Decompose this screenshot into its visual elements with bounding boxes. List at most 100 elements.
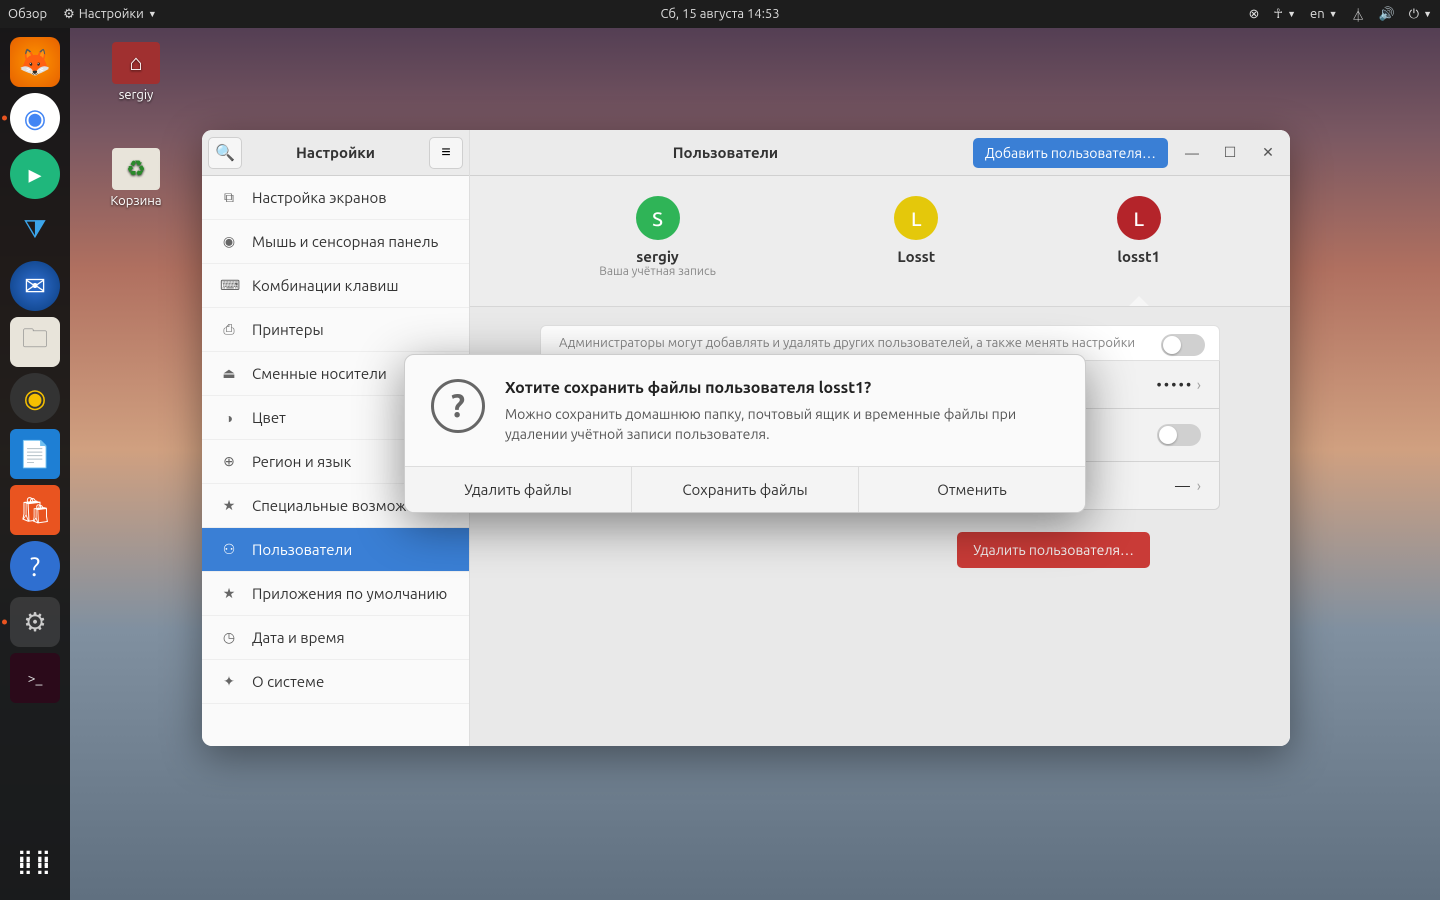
sidebar-item-icon: ◑ — [220, 410, 238, 426]
sidebar-item-label: Пользователи — [252, 541, 352, 558]
close-button[interactable]: ✕ — [1254, 139, 1282, 167]
app-menu[interactable]: ⚙ Настройки ▼ — [63, 7, 157, 22]
sidebar-item-icon: ⚇ — [220, 541, 238, 558]
chevron-right-icon: › — [1197, 477, 1201, 494]
folder-icon: ⌂ — [112, 42, 160, 84]
user-losst1[interactable]: Llosst1 — [1117, 196, 1161, 278]
sidebar-item-0[interactable]: ⧉ Настройка экранов — [202, 176, 469, 220]
dock-files[interactable]: 🗀 — [10, 317, 60, 367]
desktop-home-folder[interactable]: ⌂ sergiy — [96, 42, 176, 102]
sidebar-item-2[interactable]: ⌨ Комбинации клавиш — [202, 264, 469, 308]
sidebar-item-label: Цвет — [252, 409, 286, 426]
dock-chromium[interactable]: ◉ — [10, 93, 60, 143]
activities-button[interactable]: Обзор — [8, 7, 47, 21]
clock[interactable]: Сб, 15 августа 14:53 — [660, 7, 779, 21]
hamburger-button[interactable]: ≡ — [429, 137, 463, 169]
cancel-button[interactable]: Отменить — [859, 467, 1085, 512]
volume-icon[interactable]: 🔊 — [1379, 7, 1395, 22]
dialog-title: Хотите сохранить файлы пользователя loss… — [505, 379, 1059, 397]
show-applications-button[interactable]: ⠿⠿⠿⠿ — [10, 840, 60, 890]
dock-app-green[interactable]: ▸ — [10, 149, 60, 199]
user-name: losst1 — [1117, 248, 1161, 265]
chevron-down-icon: ▼ — [148, 9, 157, 19]
sidebar-item-icon: ◉ — [220, 233, 238, 250]
desktop-trash[interactable]: ♻ Корзина — [96, 148, 176, 208]
avatar: S — [636, 196, 680, 240]
sidebar-item-label: Мышь и сенсорная панель — [252, 233, 438, 250]
accessibility-menu[interactable]: ☥ ▼ — [1273, 7, 1296, 22]
autologin-toggle[interactable] — [1157, 424, 1201, 446]
confirm-dialog: ? Хотите сохранить файлы пользователя lo… — [404, 354, 1086, 513]
users-row: SsergiyВаша учётная запись L Losst Llosst1 — [470, 176, 1290, 307]
sidebar-title: Настройки — [242, 144, 429, 161]
sidebar-item-3[interactable]: ⎙ Принтеры — [202, 308, 469, 352]
password-value: ••••• — [1156, 376, 1193, 393]
sidebar-item-1[interactable]: ◉ Мышь и сенсорная панель — [202, 220, 469, 264]
sidebar-item-9[interactable]: ★ Приложения по умолчанию — [202, 572, 469, 616]
sidebar-item-11[interactable]: ✦ О системе — [202, 660, 469, 704]
sidebar-item-icon: ✦ — [220, 673, 238, 690]
delete-files-button[interactable]: Удалить файлы — [405, 467, 632, 512]
minimize-button[interactable]: — — [1178, 139, 1206, 167]
dock-firefox[interactable]: 🦊 — [10, 37, 60, 87]
sidebar-item-icon: ⏏ — [220, 365, 238, 382]
app-menu-label: Настройки — [79, 7, 144, 21]
network-icon[interactable]: ⏃ — [1352, 5, 1365, 24]
sidebar-item-icon: ⎙ — [220, 321, 238, 338]
sidebar-item-label: Настройка экранов — [252, 189, 387, 206]
admin-toggle[interactable] — [1161, 334, 1205, 356]
input-language-menu[interactable]: en ▼ — [1310, 7, 1338, 21]
dialog-body-text: Можно сохранить домашнюю папку, почтовый… — [505, 405, 1059, 444]
gear-icon: ⚙ — [63, 7, 75, 22]
dock-terminal[interactable]: >_ — [10, 653, 60, 703]
search-button[interactable]: 🔍 — [208, 137, 242, 169]
dock-writer[interactable]: 📄 — [10, 429, 60, 479]
sidebar-item-icon: ⊕ — [220, 453, 238, 470]
dock-vscode[interactable]: ⧩ — [10, 205, 60, 255]
user-Losst[interactable]: L Losst — [894, 196, 938, 278]
top-panel: Обзор ⚙ Настройки ▼ Сб, 15 августа 14:53… — [0, 0, 1440, 28]
sidebar-item-label: О системе — [252, 673, 324, 690]
menu-icon: ≡ — [441, 143, 450, 162]
avatar: L — [894, 196, 938, 240]
activity-value: — — [1175, 477, 1190, 494]
sidebar-item-icon: ★ — [220, 497, 238, 514]
keep-files-button[interactable]: Сохранить файлы — [632, 467, 859, 512]
dock-software[interactable]: 🛍 — [10, 485, 60, 535]
chevron-right-icon: › — [1197, 376, 1201, 393]
sidebar-item-label: Комбинации клавиш — [252, 277, 399, 294]
main-header: Пользователи Добавить пользователя… — ☐ … — [470, 130, 1290, 176]
sidebar-item-8[interactable]: ⚇ Пользователи — [202, 528, 469, 572]
add-user-button[interactable]: Добавить пользователя… — [973, 138, 1168, 168]
sidebar-item-icon: ★ — [220, 585, 238, 602]
trash-icon: ♻ — [112, 148, 160, 190]
sidebar-item-label: Дата и время — [252, 629, 345, 646]
delete-user-button[interactable]: Удалить пользователя… — [957, 532, 1150, 568]
dock-help[interactable]: ? — [10, 541, 60, 591]
sidebar-item-label: Регион и язык — [252, 453, 351, 470]
dock: 🦊 ◉ ▸ ⧩ ✉ 🗀 ◉ 📄 🛍 ? ⚙ >_ ⠿⠿⠿⠿ — [0, 28, 70, 900]
sidebar-item-label: Принтеры — [252, 321, 324, 338]
maximize-button[interactable]: ☐ — [1216, 139, 1244, 167]
user-sergiy[interactable]: SsergiyВаша учётная запись — [599, 196, 716, 278]
avatar: L — [1117, 196, 1161, 240]
sidebar-header: 🔍 Настройки ≡ — [202, 130, 469, 176]
user-name: Losst — [894, 248, 938, 265]
dock-rhythmbox[interactable]: ◉ — [10, 373, 60, 423]
desktop-trash-label: Корзина — [96, 194, 176, 208]
power-menu[interactable]: ⏻ ▼ — [1409, 7, 1432, 22]
dock-settings[interactable]: ⚙ — [10, 597, 60, 647]
user-name: sergiy — [599, 248, 716, 265]
sidebar-item-icon: ⌨ — [220, 277, 238, 294]
sidebar-item-icon: ◷ — [220, 629, 238, 646]
question-icon: ? — [431, 379, 485, 433]
dock-thunderbird[interactable]: ✉ — [10, 261, 60, 311]
sidebar-item-label: Приложения по умолчанию — [252, 585, 447, 602]
sidebar-item-icon: ⧉ — [220, 189, 238, 206]
sidebar-item-10[interactable]: ◷ Дата и время — [202, 616, 469, 660]
search-icon: 🔍 — [215, 143, 235, 162]
window-controls: — ☐ ✕ — [1178, 139, 1282, 167]
indicator-icon[interactable]: ⊗ — [1249, 7, 1260, 22]
sidebar-item-label: Сменные носители — [252, 365, 387, 382]
user-sub: Ваша учётная запись — [599, 265, 716, 278]
